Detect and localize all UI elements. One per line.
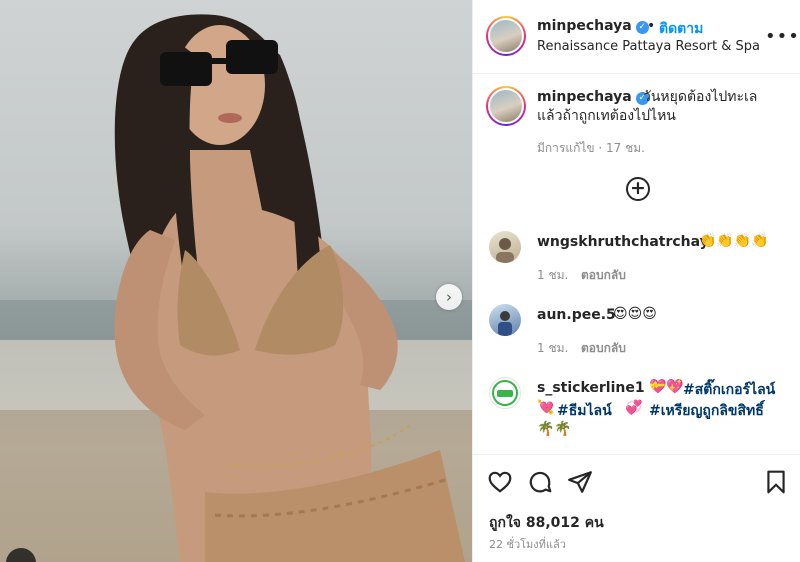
share-icon[interactable] — [567, 469, 593, 495]
chevron-right-icon: › — [446, 288, 452, 306]
hashtag-link[interactable]: #ธีมไลน์ — [557, 400, 612, 422]
comment-avatar[interactable] — [489, 304, 521, 336]
comment-avatar[interactable] — [489, 377, 521, 409]
likes-count[interactable]: ถูกใจ 88,012 คน — [489, 512, 604, 534]
reply-button[interactable]: ตอบกลับ — [581, 266, 626, 285]
comment-emoji: 💘 — [537, 400, 555, 416]
location-link[interactable]: Renaissance Pattaya Resort & Spa — [537, 39, 760, 54]
sticker-logo-icon — [492, 380, 518, 406]
author-username[interactable]: minpechaya ✓ — [537, 18, 649, 34]
comment-username[interactable]: aun.pee.5 — [537, 307, 616, 323]
post-timestamp[interactable]: 22 ชั่วโมงที่แล้ว — [489, 535, 566, 553]
author-name-text: minpechaya — [537, 18, 632, 34]
hashtag-link[interactable]: #เหรียญถูกลิขสิทธิ์ — [649, 400, 764, 422]
caption-username[interactable]: minpechaya ✓ — [537, 89, 649, 105]
next-photo-button[interactable]: › — [436, 284, 462, 310]
plus-circle-icon[interactable]: + — [626, 177, 650, 201]
heart-icon[interactable] — [487, 469, 513, 495]
caption-avatar[interactable] — [486, 86, 526, 126]
comment-avatar[interactable] — [489, 231, 521, 263]
comment-emoji: 💝💖 — [649, 379, 684, 395]
caption-line-2: แล้วถ้าถูกเทต้องไปไหน — [537, 108, 676, 124]
reply-button[interactable]: ตอบกลับ — [581, 339, 626, 358]
comment-username[interactable]: wngskhruthchatrchay — [537, 234, 709, 250]
comment-emoji: 🌴🌴 — [537, 421, 572, 437]
follow-button[interactable]: ติดตาม — [659, 18, 703, 40]
avatar-person-icon — [498, 311, 512, 336]
photo-illustration — [0, 14, 472, 562]
comment-text: 👏👏👏👏 — [699, 233, 769, 249]
bookmark-icon[interactable] — [763, 469, 789, 495]
post-photo[interactable]: › — [0, 0, 472, 562]
more-options-icon[interactable]: ••• — [765, 26, 800, 47]
comment-time: 1 ชม. — [537, 341, 569, 355]
post-action-bar: ถูกใจ 88,012 คน 22 ชั่วโมงที่แล้ว — [473, 454, 800, 562]
comment-text: 😍😍😍 — [613, 306, 657, 322]
comment-icon[interactable] — [527, 469, 553, 495]
header-separator: • — [647, 18, 656, 34]
author-avatar[interactable] — [486, 16, 526, 56]
comment-emoji: 💞 — [625, 400, 643, 416]
comment-username[interactable]: s_stickerline1 — [537, 380, 645, 396]
hashtag-link[interactable]: #สติ๊กเกอร์ไลน์ — [683, 379, 775, 401]
post-header: minpechaya ✓ • ติดตาม Renaissance Pattaya… — [473, 0, 800, 74]
post-side-panel: minpechaya ✓ • ติดตาม Renaissance Pattaya… — [472, 0, 800, 562]
avatar-person-icon — [496, 238, 514, 263]
caption-username-text: minpechaya — [537, 89, 632, 105]
caption-meta: มีการแก้ไข · 17 ชม. — [537, 141, 645, 155]
comment-time: 1 ชม. — [537, 268, 569, 282]
instagram-post-modal: › minpechaya ✓ • ติดตาม Renaissance Patta… — [0, 0, 800, 562]
caption-line-1: วันหยุดต้องไปทะเล — [643, 89, 758, 105]
